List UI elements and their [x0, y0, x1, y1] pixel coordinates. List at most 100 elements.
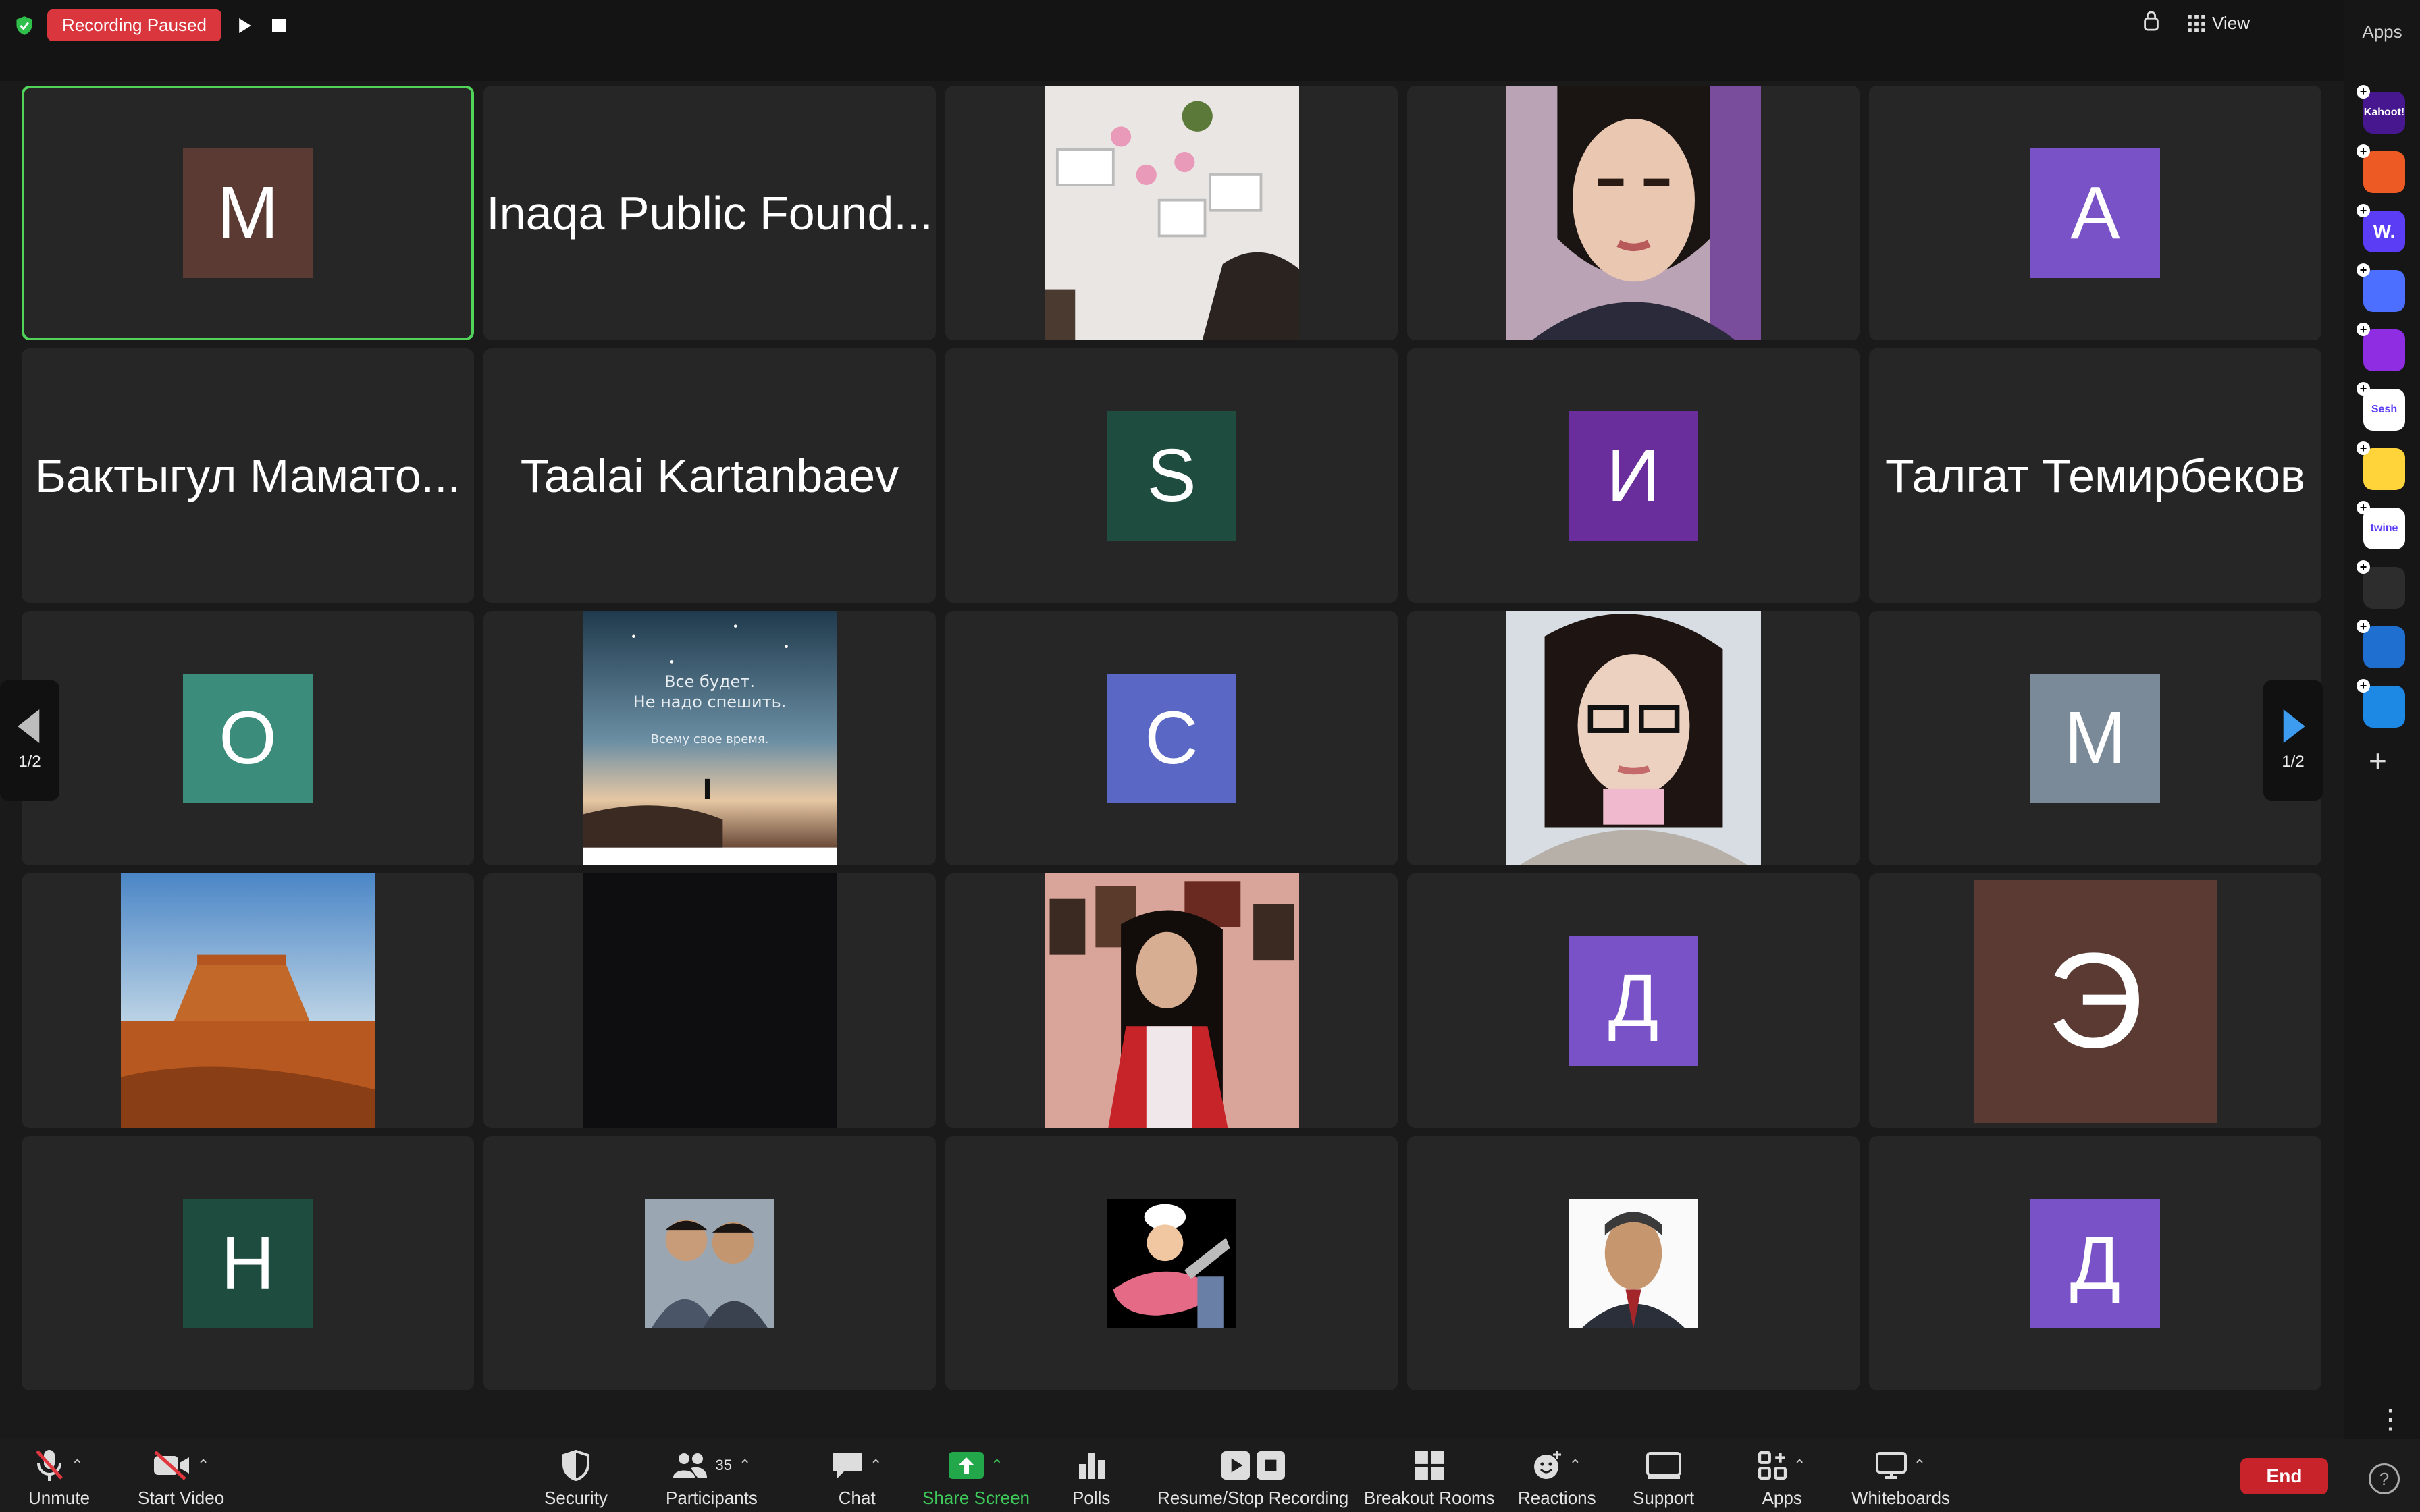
- participant-tile[interactable]: [945, 1136, 1398, 1390]
- share-screen-button[interactable]: ⌃ Share Screen: [922, 1449, 1030, 1509]
- apps-title[interactable]: Apps: [2344, 22, 2420, 43]
- chat-label: Chat: [838, 1488, 876, 1508]
- participant-tile[interactable]: [1407, 86, 1860, 340]
- end-meeting-button[interactable]: End: [2240, 1458, 2328, 1494]
- rail-app-label: twine: [2370, 522, 2398, 534]
- add-app-icon[interactable]: +: [2369, 742, 2387, 779]
- view-label: View: [2212, 13, 2250, 33]
- participant-tile[interactable]: Inaqa Public Found...: [483, 86, 936, 340]
- apps-options-caret[interactable]: ⌃: [1793, 1457, 1806, 1474]
- participant-tile[interactable]: C: [945, 611, 1398, 865]
- participant-avatar: A: [2030, 148, 2160, 278]
- participant-tile[interactable]: [945, 873, 1398, 1128]
- video-options-caret[interactable]: ⌃: [197, 1457, 209, 1474]
- polls-button[interactable]: Polls: [1072, 1449, 1110, 1509]
- view-button[interactable]: View: [2188, 13, 2250, 34]
- participants-button[interactable]: 35 ⌃ Participants: [666, 1449, 758, 1509]
- share-screen-icon: [949, 1452, 984, 1479]
- share-screen-label: Share Screen: [922, 1488, 1030, 1508]
- unmute-button[interactable]: ⌃ Unmute: [28, 1449, 90, 1509]
- rail-app-10-icon[interactable]: +: [2357, 679, 2405, 728]
- support-icon: [1646, 1452, 1681, 1479]
- participant-tile[interactable]: [483, 873, 936, 1128]
- whiteboards-options-caret[interactable]: ⌃: [1914, 1457, 1926, 1474]
- meeting-top-bar: Recording Paused View: [0, 0, 2344, 81]
- page-indicator-left: 1/2: [18, 753, 41, 771]
- help-icon[interactable]: ?: [2369, 1463, 2400, 1494]
- rail-app-9-icon[interactable]: +: [2357, 620, 2405, 668]
- participants-label: Participants: [666, 1488, 758, 1508]
- participant-tile[interactable]: [1407, 611, 1860, 865]
- participant-tile[interactable]: S: [945, 348, 1398, 603]
- participant-tile[interactable]: Бактыгул Мамато...: [22, 348, 474, 603]
- participant-avatar: S: [1107, 410, 1236, 541]
- breakout-rooms-label: Breakout Rooms: [1364, 1488, 1495, 1508]
- participants-count: 35: [715, 1457, 732, 1474]
- chat-options-caret[interactable]: ⌃: [870, 1457, 882, 1474]
- previous-page-button[interactable]: 1/2: [0, 680, 59, 801]
- participants-options-caret[interactable]: ⌃: [739, 1457, 751, 1474]
- add-badge-icon: +: [2357, 323, 2370, 336]
- participant-tile[interactable]: Д: [1869, 1136, 2321, 1390]
- mic-muted-icon: [36, 1450, 63, 1481]
- support-button[interactable]: Support: [1633, 1449, 1694, 1509]
- share-options-caret[interactable]: ⌃: [991, 1457, 1003, 1474]
- participant-tile[interactable]: Все будет. Не надо спешить. Всему свое вре…: [483, 611, 936, 865]
- arrow-left-icon: [18, 709, 40, 743]
- participant-tile[interactable]: [945, 86, 1398, 340]
- video-off-icon: [153, 1451, 189, 1480]
- participant-tile[interactable]: A: [1869, 86, 2321, 340]
- rail-app-1-icon[interactable]: +: [2357, 144, 2405, 193]
- participant-avatar: Д: [1569, 936, 1698, 1066]
- participant-avatar: M: [183, 148, 313, 278]
- reactions-options-caret[interactable]: ⌃: [1569, 1457, 1581, 1474]
- resume-recording-icon[interactable]: [235, 16, 255, 36]
- immersive-view-icon[interactable]: [2142, 11, 2161, 36]
- participant-tile[interactable]: H: [22, 1136, 474, 1390]
- resume-stop-recording-button[interactable]: Resume/Stop Recording: [1157, 1449, 1348, 1509]
- security-button[interactable]: Security: [544, 1449, 608, 1509]
- start-video-label: Start Video: [138, 1488, 225, 1508]
- top-right-controls: View: [2142, 11, 2250, 36]
- participant-name: Taalai Kartanbaev: [520, 449, 899, 502]
- participant-tile[interactable]: O: [22, 611, 474, 865]
- woman-glasses-portrait-icon: [1506, 611, 1761, 865]
- participant-tile[interactable]: Д: [1407, 873, 1860, 1128]
- rail-app-2-icon[interactable]: + W.: [2357, 204, 2405, 252]
- participant-tile[interactable]: Taalai Kartanbaev: [483, 348, 936, 603]
- security-label: Security: [544, 1488, 608, 1508]
- stop-recording-icon[interactable]: [269, 16, 289, 36]
- next-page-button[interactable]: 1/2: [2263, 680, 2323, 801]
- rail-app-3-icon[interactable]: +: [2357, 263, 2405, 312]
- participant-tile[interactable]: [22, 873, 474, 1128]
- audio-options-caret[interactable]: ⌃: [71, 1457, 83, 1474]
- participant-tile[interactable]: [483, 1136, 936, 1390]
- rail-app-6-icon[interactable]: +: [2357, 441, 2405, 490]
- apps-button[interactable]: ⌃ Apps: [1758, 1449, 1806, 1509]
- start-video-button[interactable]: ⌃ Start Video: [138, 1449, 224, 1509]
- participant-tile[interactable]: M: [22, 86, 474, 340]
- add-badge-icon: +: [2357, 85, 2370, 99]
- polls-label: Polls: [1072, 1488, 1111, 1508]
- participant-tile[interactable]: M: [1869, 611, 2321, 865]
- participant-tile[interactable]: Э: [1869, 873, 2321, 1128]
- rail-app-8-icon[interactable]: +: [2357, 560, 2405, 609]
- rail-app-label: W.: [2373, 221, 2396, 242]
- more-options-icon[interactable]: ⋮: [2377, 1404, 2404, 1435]
- rail-app-0-icon[interactable]: + Kahoot!: [2357, 85, 2405, 134]
- rail-app-4-icon[interactable]: +: [2357, 323, 2405, 371]
- whiteboards-button[interactable]: ⌃ Whiteboards: [1851, 1449, 1950, 1509]
- rail-app-5-icon[interactable]: + Sesh: [2357, 382, 2405, 431]
- rail-app-7-icon[interactable]: + twine: [2357, 501, 2405, 549]
- chat-button[interactable]: ⌃ Chat: [832, 1449, 882, 1509]
- apps-icon: [1758, 1451, 1787, 1480]
- reactions-button[interactable]: ⌃ Reactions: [1518, 1449, 1596, 1509]
- participant-tile[interactable]: [1407, 1136, 1860, 1390]
- recording-label: Resume/Stop Recording: [1157, 1488, 1349, 1508]
- participant-tile[interactable]: Талгат Темирбеков: [1869, 348, 2321, 603]
- breakout-rooms-button[interactable]: Breakout Rooms: [1364, 1449, 1495, 1509]
- two-men-photo-icon: [645, 1198, 774, 1328]
- support-label: Support: [1633, 1488, 1695, 1508]
- breakout-rooms-icon: [1415, 1451, 1444, 1480]
- participant-tile[interactable]: И: [1407, 348, 1860, 603]
